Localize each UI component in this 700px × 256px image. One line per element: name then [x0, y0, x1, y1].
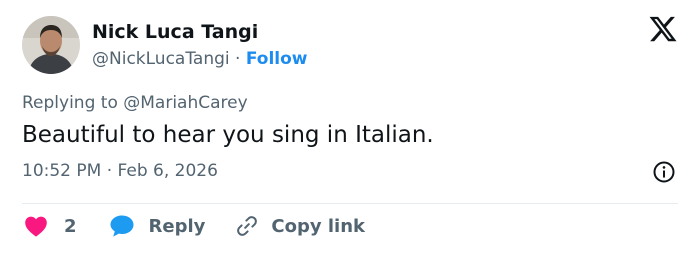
- avatar[interactable]: [22, 16, 80, 74]
- replying-mention[interactable]: @MariahCarey: [123, 93, 247, 113]
- tweet-text: Beautiful to hear you sing in Italian.: [22, 122, 434, 148]
- separator-dot: ·: [235, 49, 241, 69]
- tweet-header: Nick Luca Tangi @NickLucaTangi · Follow: [20, 14, 680, 74]
- replying-prefix: Replying to: [22, 93, 124, 113]
- x-logo-icon[interactable]: [648, 14, 678, 44]
- divider: [22, 203, 678, 204]
- tweet-card: Nick Luca Tangi @NickLucaTangi · Follow …: [0, 0, 700, 256]
- avatar-image: [22, 16, 80, 74]
- user-names: Nick Luca Tangi @NickLucaTangi · Follow: [92, 20, 308, 72]
- follow-button[interactable]: Follow: [246, 49, 308, 69]
- date-separator: ·: [106, 161, 113, 181]
- tweet-date[interactable]: Feb 6, 2026: [118, 161, 218, 181]
- like-count: 2: [64, 215, 77, 237]
- copy-link-button[interactable]: Copy link: [235, 214, 365, 238]
- reply-label: Reply: [148, 215, 206, 237]
- display-name[interactable]: Nick Luca Tangi: [92, 20, 308, 44]
- link-icon: [237, 216, 258, 236]
- heart-icon: [25, 216, 47, 237]
- action-bar: 2 Reply Copy link: [24, 214, 365, 238]
- tweet-time[interactable]: 10:52 PM: [22, 161, 101, 181]
- speech-bubble-icon: [110, 215, 134, 237]
- handle-row: @NickLucaTangi · Follow: [92, 46, 308, 72]
- info-icon[interactable]: [652, 160, 676, 184]
- reply-button[interactable]: Reply: [109, 214, 206, 238]
- replying-to: Replying to @MariahCarey: [22, 92, 680, 114]
- copy-link-label: Copy link: [271, 215, 365, 237]
- timestamp-row: 10:52 PM · Feb 6, 2026: [22, 160, 680, 184]
- user-handle[interactable]: @NickLucaTangi: [92, 49, 230, 69]
- like-button[interactable]: 2: [24, 215, 77, 237]
